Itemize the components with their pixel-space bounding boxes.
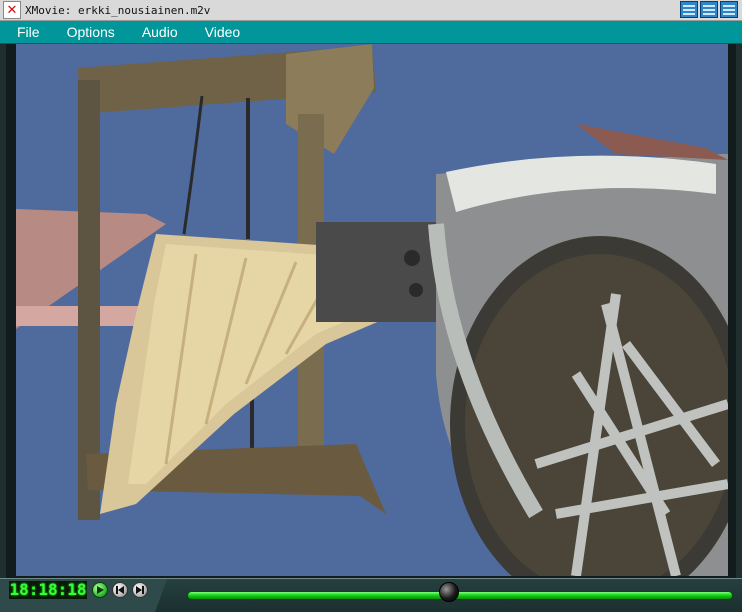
time-display: 18:18:18 — [9, 580, 87, 599]
seek-bar[interactable] — [187, 591, 733, 600]
maximize-button[interactable] — [700, 1, 718, 18]
video-frame — [6, 44, 736, 578]
video-area[interactable] — [16, 44, 728, 576]
menu-file[interactable]: File — [0, 24, 50, 40]
x-logo-icon[interactable]: ✕ — [3, 1, 21, 19]
menu-options[interactable]: Options — [50, 24, 125, 40]
step-forward-icon[interactable] — [132, 582, 148, 598]
window-title: XMovie: erkki_nousiainen.m2v — [25, 3, 211, 17]
step-back-icon[interactable] — [112, 582, 128, 598]
window-controls — [680, 1, 738, 18]
menu-video[interactable]: Video — [188, 24, 251, 40]
minimize-button[interactable] — [680, 1, 698, 18]
video-frame-image — [16, 44, 728, 576]
close-button[interactable] — [720, 1, 738, 18]
title-bar[interactable]: ✕ XMovie: erkki_nousiainen.m2v — [0, 0, 742, 21]
menu-audio[interactable]: Audio — [125, 24, 188, 40]
control-bar: 18:18:18 — [0, 578, 742, 612]
play-icon[interactable] — [92, 582, 108, 598]
menu-bar: File Options Audio Video — [0, 21, 742, 44]
xmovie-window: ✕ XMovie: erkki_nousiainen.m2v File Opti… — [0, 0, 742, 612]
